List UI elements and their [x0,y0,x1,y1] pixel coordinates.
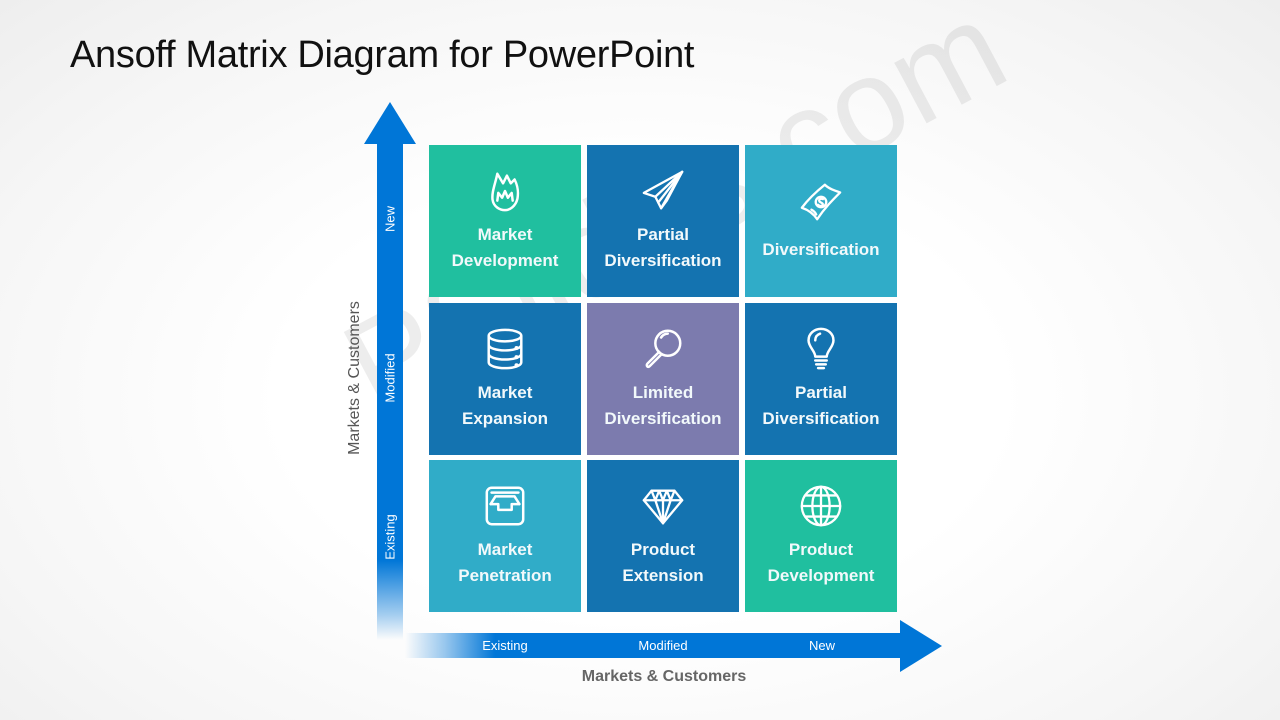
cell-label-line2: Diversification [604,409,722,428]
y-axis-label-modified: Modified [382,353,398,403]
y-axis-title: Markets & Customers [346,301,363,455]
flame-icon [482,168,528,214]
cell-label-line2: Diversification [604,251,722,270]
globe-icon [798,483,844,529]
cell-market-expansion: Market Expansion [429,303,581,455]
cell-label-line1: Diversification [762,240,880,259]
x-axis-arrow-head [900,620,942,672]
cell-label-line2: Development [767,566,875,585]
slide-title: Ansoff Matrix Diagram for PowerPoint [70,34,695,76]
x-axis-label-new: New [808,638,836,653]
cell-label-line2: Extension [622,566,704,585]
paper-plane-icon [640,168,686,214]
money-bill-icon [798,179,844,225]
cell-label-line2: Development [451,251,559,270]
cell-label-line1: Market [477,225,533,244]
x-axis-label-existing: Existing [482,638,528,653]
x-axis-title: Markets & Customers [581,668,747,685]
cell-label-line1: Product [630,540,696,559]
cell-partial-diversification-middle: Partial Diversification [745,303,897,455]
cell-label-line1: Product [788,540,854,559]
cell-label-line1: Partial [795,383,847,402]
cell-market-penetration: Market Penetration [429,460,581,612]
cell-label-line1: Partial [637,225,689,244]
magnifier-icon [640,326,686,372]
cell-label-line1: Limited [632,383,694,402]
database-icon [482,326,528,372]
cell-label-line2: Penetration [458,566,552,585]
cell-product-development: Product Development [745,460,897,612]
cell-product-extension: Product Extension [587,460,739,612]
cell-label-line1: Market [477,540,533,559]
cell-market-development: Market Development [429,145,581,297]
cell-label-line2: Expansion [462,409,548,428]
y-axis-arrow-head [364,102,416,144]
lightbulb-icon [798,326,844,372]
cell-partial-diversification-top: Partial Diversification [587,145,739,297]
x-axis-label-modified: Modified [638,638,688,653]
cell-label-line2: Diversification [762,409,880,428]
inbox-tray-icon [482,483,528,529]
cell-label-line1: Market [477,383,533,402]
y-axis-label-existing: Existing [382,514,398,560]
cell-limited-diversification: Limited Diversification [587,303,739,455]
y-axis-label-new: New [382,205,398,233]
diamond-icon [640,483,686,529]
cell-diversification: Diversification [745,145,897,297]
